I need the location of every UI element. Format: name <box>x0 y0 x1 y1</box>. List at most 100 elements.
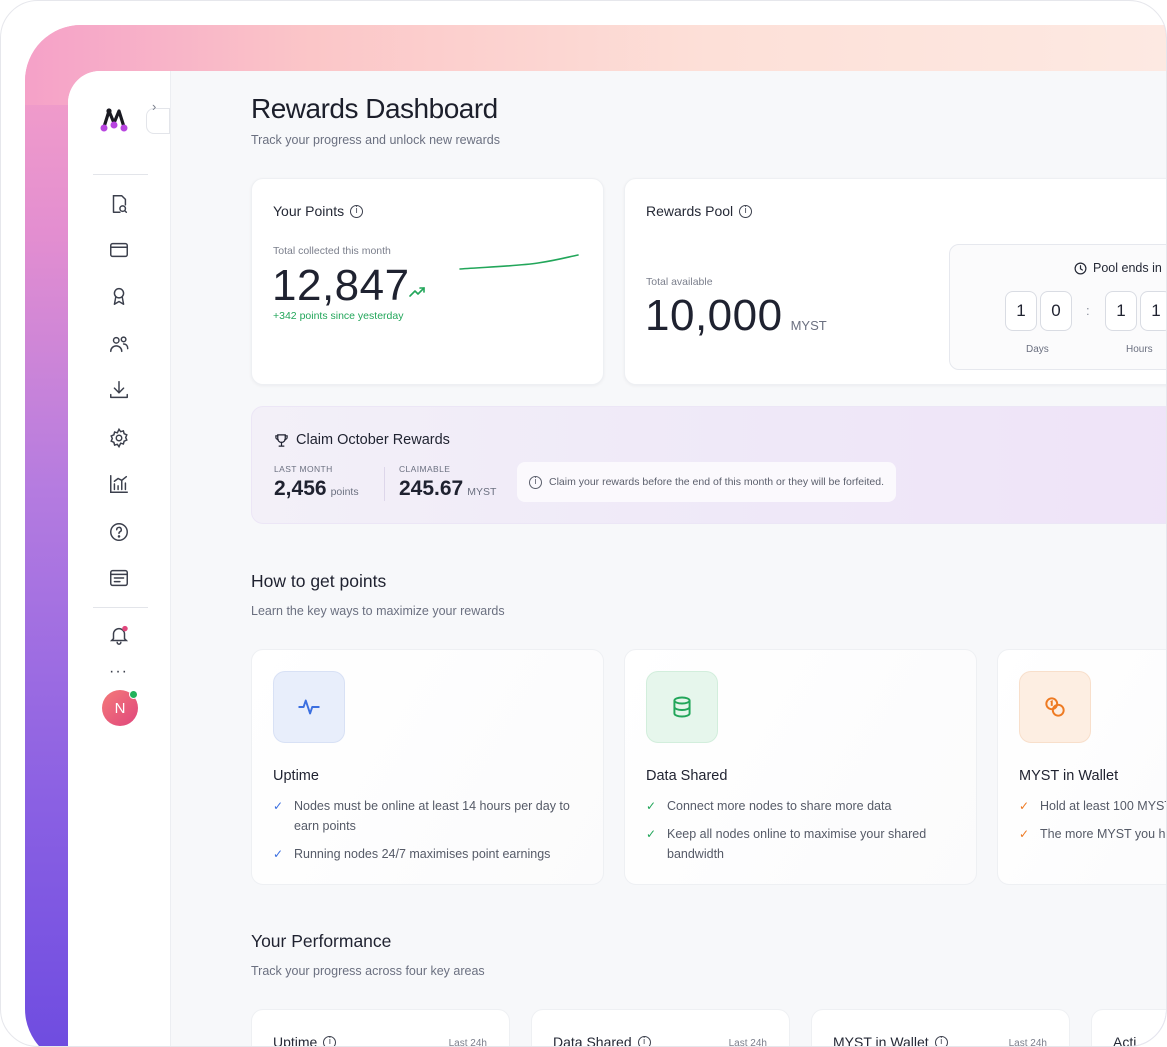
claim-rewards-banner: Claim October Rewards LAST MONTH 2,456 po… <box>251 406 1166 524</box>
perf-title-text: MYST in Wallet <box>833 1034 929 1047</box>
claim-warning-note: i Claim your rewards before the end of t… <box>517 462 896 502</box>
list-item: ✓ Running nodes 24/7 maximises point earn… <box>273 844 593 864</box>
perf-title: Acti <box>1113 1034 1137 1047</box>
coins-icon <box>1045 697 1065 717</box>
download-icon <box>110 381 128 399</box>
perf-range: Last 24h <box>728 1038 767 1047</box>
points-sparkline <box>459 254 579 270</box>
performance-subtitle: Track your progress across four key area… <box>251 964 485 978</box>
avatar[interactable]: N <box>102 690 138 726</box>
claim-note-text: Claim your rewards before the end of thi… <box>549 476 884 488</box>
billing-icon <box>110 569 128 587</box>
sidebar-item-wallet[interactable] <box>108 239 130 261</box>
claimable-unit: MYST <box>467 486 497 498</box>
sidebar: › ··· N <box>68 71 171 1046</box>
info-icon[interactable]: i <box>350 204 364 218</box>
claim-title: Claim October Rewards <box>274 432 450 448</box>
page-title: Rewards Dashboard <box>251 93 498 124</box>
more-menu-button[interactable]: ··· <box>109 663 128 681</box>
perf-title: Uptime i <box>273 1034 337 1047</box>
users-icon <box>110 336 129 353</box>
how-to-title: How to get points <box>251 571 387 591</box>
sidebar-item-users[interactable] <box>108 333 130 355</box>
pool-countdown: Pool ends in 1 0 : 1 1 Days Hours <box>949 244 1166 370</box>
pool-amount: 10,000 MYST <box>645 291 827 341</box>
online-status-dot <box>129 690 138 699</box>
way-icon-box <box>1019 671 1091 743</box>
sidebar-item-billing[interactable] <box>108 567 130 589</box>
sidebar-item-notifications[interactable] <box>108 624 130 646</box>
chevron-right-icon[interactable]: › <box>152 99 156 114</box>
info-icon[interactable]: i <box>323 1035 337 1046</box>
perf-title: Data Shared i <box>553 1034 651 1047</box>
perf-title-text: Data Shared <box>553 1034 632 1047</box>
perf-range: Last 24h <box>448 1038 487 1047</box>
bell-icon <box>109 625 129 645</box>
perf-title-text: Acti <box>1113 1034 1137 1047</box>
activity-icon <box>298 699 320 715</box>
last-month-amount: 2,456 <box>274 477 327 500</box>
pool-ends-label: Pool ends in <box>1074 261 1162 275</box>
sidebar-item-help[interactable] <box>108 521 130 543</box>
app-window: › ··· N Rewards Dashboard Track your pro… <box>68 71 1167 1047</box>
way-card-data-shared: Data Shared ✓ Connect more nodes to share… <box>624 649 977 885</box>
list-item-text: Running nodes 24/7 maximises point earni… <box>294 847 551 861</box>
list-item-text: Hold at least 100 MYST <box>1040 799 1167 813</box>
way-list: ✓ Hold at least 100 MYST ✓ The more MYST y… <box>1019 796 1167 852</box>
hours-digit: 1 <box>1105 291 1137 331</box>
way-list: ✓ Connect more nodes to share more data ✓… <box>646 796 966 872</box>
sidebar-divider <box>93 174 148 175</box>
list-item-text: Nodes must be online at least 14 hours p… <box>294 799 570 833</box>
document-search-icon <box>112 195 128 213</box>
pool-value: 10,000 <box>645 291 783 340</box>
sidebar-item-rewards[interactable] <box>108 285 130 307</box>
sidebar-item-downloads[interactable] <box>108 379 130 401</box>
trend-up-icon <box>409 287 425 297</box>
way-icon-box <box>273 671 345 743</box>
last-month-value: 2,456 points <box>274 477 359 501</box>
last-month-unit: points <box>330 486 359 498</box>
sidebar-item-document-search[interactable] <box>108 193 130 215</box>
award-icon <box>113 287 125 305</box>
days-digit: 1 <box>1005 291 1037 331</box>
way-list: ✓ Nodes must be online at least 14 hours … <box>273 796 593 872</box>
pool-caption: Total available <box>646 276 713 288</box>
claimable-value: 245.67 MYST <box>399 477 496 501</box>
info-icon[interactable]: i <box>934 1035 948 1046</box>
days-digit: 0 <box>1040 291 1072 331</box>
perf-title: MYST in Wallet i <box>833 1034 948 1047</box>
points-caption: Total collected this month <box>273 245 391 257</box>
list-item: ✓ Keep all nodes online to maximise your … <box>646 824 966 864</box>
page-subtitle: Track your progress and unlock new rewar… <box>251 133 500 147</box>
way-title: Uptime <box>273 768 319 784</box>
claim-title-text: Claim October Rewards <box>296 432 450 448</box>
device-frame: › ··· N Rewards Dashboard Track your pro… <box>0 0 1167 1047</box>
brand-logo[interactable] <box>100 103 128 135</box>
pool-title: Rewards Pool <box>646 203 734 219</box>
check-icon: ✓ <box>646 799 657 813</box>
pool-unit: MYST <box>790 318 827 333</box>
sidebar-item-analytics[interactable] <box>108 473 130 495</box>
list-item-text: Keep all nodes online to maximise your s… <box>667 827 927 861</box>
list-item: ✓ Connect more nodes to share more data <box>646 796 966 816</box>
wallet-icon <box>110 242 128 258</box>
sidebar-divider <box>93 607 148 608</box>
sidebar-collapse-button[interactable] <box>146 108 170 134</box>
perf-card-data-shared: Data Shared i Last 24h <box>531 1009 790 1047</box>
points-title: Your Points <box>273 203 345 219</box>
check-icon: ✓ <box>1019 827 1030 841</box>
points-delta: +342 points since yesterday <box>273 310 404 322</box>
check-icon: ✓ <box>273 799 284 813</box>
perf-title-text: Uptime <box>273 1034 318 1047</box>
trophy-icon <box>275 433 288 447</box>
pool-card-title: Rewards Pool i <box>646 203 753 219</box>
last-month-label: LAST MONTH <box>274 464 333 474</box>
pool-ends-text: Pool ends in <box>1093 261 1162 275</box>
way-icon-box <box>646 671 718 743</box>
info-icon[interactable]: i <box>637 1035 651 1046</box>
list-item: ✓ The more MYST you h earn. <box>1019 824 1166 844</box>
points-card-title: Your Points i <box>273 203 364 219</box>
info-icon[interactable]: i <box>739 204 753 218</box>
sidebar-item-settings[interactable] <box>108 427 130 449</box>
way-card-myst-wallet: MYST in Wallet ✓ Hold at least 100 MYST ✓… <box>997 649 1167 885</box>
